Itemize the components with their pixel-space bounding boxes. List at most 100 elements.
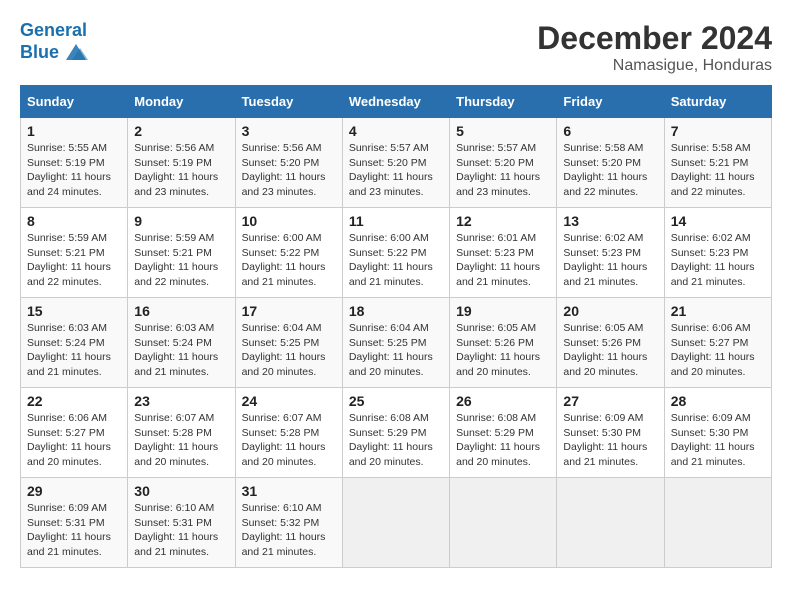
calendar-cell: 29 Sunrise: 6:09 AM Sunset: 5:31 PM Dayli…: [21, 478, 128, 568]
calendar-cell: 1 Sunrise: 5:55 AM Sunset: 5:19 PM Daylig…: [21, 118, 128, 208]
day-info: Sunrise: 6:00 AM Sunset: 5:22 PM Dayligh…: [242, 231, 336, 290]
logo: General Blue: [20, 20, 90, 64]
day-number: 3: [242, 123, 336, 139]
calendar-cell: 7 Sunrise: 5:58 AM Sunset: 5:21 PM Daylig…: [664, 118, 771, 208]
day-info: Sunrise: 6:09 AM Sunset: 5:30 PM Dayligh…: [671, 411, 765, 470]
day-number: 19: [456, 303, 550, 319]
day-number: 26: [456, 393, 550, 409]
calendar-cell: 10Sunrise: 6:00 AM Sunset: 5:22 PM Dayli…: [235, 208, 342, 298]
calendar-cell: 24 Sunrise: 6:07 AM Sunset: 5:28 PM Dayli…: [235, 388, 342, 478]
day-number: 14: [671, 213, 765, 229]
day-number: 25: [349, 393, 443, 409]
day-number: 21: [671, 303, 765, 319]
day-info: Sunrise: 6:07 AM Sunset: 5:28 PM Dayligh…: [242, 411, 336, 470]
day-info: Sunrise: 5:56 AM Sunset: 5:20 PM Dayligh…: [242, 141, 336, 200]
day-info: Sunrise: 6:09 AM Sunset: 5:31 PM Dayligh…: [27, 501, 121, 560]
day-number: 13: [563, 213, 657, 229]
day-info: Sunrise: 5:56 AM Sunset: 5:19 PM Dayligh…: [134, 141, 228, 200]
day-info: Sunrise: 6:00 AM Sunset: 5:22 PM Dayligh…: [349, 231, 443, 290]
day-number: 9: [134, 213, 228, 229]
day-number: 29: [27, 483, 121, 499]
calendar-cell: 2Sunrise: 5:56 AM Sunset: 5:19 PM Daylig…: [128, 118, 235, 208]
day-number: 6: [563, 123, 657, 139]
day-number: 4: [349, 123, 443, 139]
calendar-cell: 15 Sunrise: 6:03 AM Sunset: 5:24 PM Dayli…: [21, 298, 128, 388]
day-number: 12: [456, 213, 550, 229]
day-header-saturday: Saturday: [664, 86, 771, 118]
calendar-cell: 20 Sunrise: 6:05 AM Sunset: 5:26 PM Dayli…: [557, 298, 664, 388]
day-number: 24: [242, 393, 336, 409]
location-subtitle: Namasigue, Honduras: [537, 57, 772, 75]
calendar-cell: 12 Sunrise: 6:01 AM Sunset: 5:23 PM Dayli…: [450, 208, 557, 298]
day-info: Sunrise: 6:02 AM Sunset: 5:23 PM Dayligh…: [563, 231, 657, 290]
day-number: 8: [27, 213, 121, 229]
calendar-cell: 11Sunrise: 6:00 AM Sunset: 5:22 PM Dayli…: [342, 208, 449, 298]
day-info: Sunrise: 6:05 AM Sunset: 5:26 PM Dayligh…: [563, 321, 657, 380]
day-info: Sunrise: 5:59 AM Sunset: 5:21 PM Dayligh…: [134, 231, 228, 290]
calendar-week-5: 29 Sunrise: 6:09 AM Sunset: 5:31 PM Dayli…: [21, 478, 772, 568]
day-number: 30: [134, 483, 228, 499]
logo-text: General: [20, 20, 90, 42]
page-header: General Blue December 2024 Namasigue, Ho…: [20, 20, 772, 75]
day-number: 18: [349, 303, 443, 319]
day-info: Sunrise: 5:58 AM Sunset: 5:20 PM Dayligh…: [563, 141, 657, 200]
day-info: Sunrise: 6:04 AM Sunset: 5:25 PM Dayligh…: [349, 321, 443, 380]
calendar-cell: 22 Sunrise: 6:06 AM Sunset: 5:27 PM Dayli…: [21, 388, 128, 478]
day-info: Sunrise: 6:03 AM Sunset: 5:24 PM Dayligh…: [134, 321, 228, 380]
day-info: Sunrise: 5:57 AM Sunset: 5:20 PM Dayligh…: [349, 141, 443, 200]
day-info: Sunrise: 5:58 AM Sunset: 5:21 PM Dayligh…: [671, 141, 765, 200]
day-info: Sunrise: 6:01 AM Sunset: 5:23 PM Dayligh…: [456, 231, 550, 290]
calendar-cell: 27 Sunrise: 6:09 AM Sunset: 5:30 PM Dayli…: [557, 388, 664, 478]
calendar-body: 1 Sunrise: 5:55 AM Sunset: 5:19 PM Daylig…: [21, 118, 772, 568]
day-number: 22: [27, 393, 121, 409]
calendar-cell: [664, 478, 771, 568]
calendar-cell: 3 Sunrise: 5:56 AM Sunset: 5:20 PM Daylig…: [235, 118, 342, 208]
day-info: Sunrise: 6:10 AM Sunset: 5:32 PM Dayligh…: [242, 501, 336, 560]
calendar-cell: 16 Sunrise: 6:03 AM Sunset: 5:24 PM Dayli…: [128, 298, 235, 388]
day-info: Sunrise: 6:09 AM Sunset: 5:30 PM Dayligh…: [563, 411, 657, 470]
calendar-cell: 5Sunrise: 5:57 AM Sunset: 5:20 PM Daylig…: [450, 118, 557, 208]
calendar-cell: 14 Sunrise: 6:02 AM Sunset: 5:23 PM Dayli…: [664, 208, 771, 298]
calendar-cell: [342, 478, 449, 568]
day-number: 31: [242, 483, 336, 499]
calendar-cell: [450, 478, 557, 568]
day-header-friday: Friday: [557, 86, 664, 118]
title-block: December 2024 Namasigue, Honduras: [537, 20, 772, 75]
day-info: Sunrise: 6:10 AM Sunset: 5:31 PM Dayligh…: [134, 501, 228, 560]
calendar-week-1: 1 Sunrise: 5:55 AM Sunset: 5:19 PM Daylig…: [21, 118, 772, 208]
day-info: Sunrise: 6:06 AM Sunset: 5:27 PM Dayligh…: [27, 411, 121, 470]
calendar-cell: 6 Sunrise: 5:58 AM Sunset: 5:20 PM Daylig…: [557, 118, 664, 208]
day-number: 27: [563, 393, 657, 409]
calendar-cell: 28 Sunrise: 6:09 AM Sunset: 5:30 PM Dayli…: [664, 388, 771, 478]
day-number: 5: [456, 123, 550, 139]
day-number: 28: [671, 393, 765, 409]
day-number: 1: [27, 123, 121, 139]
day-header-tuesday: Tuesday: [235, 86, 342, 118]
logo-blue: Blue: [20, 42, 59, 64]
logo-icon: [62, 42, 90, 64]
day-info: Sunrise: 6:06 AM Sunset: 5:27 PM Dayligh…: [671, 321, 765, 380]
calendar-table: SundayMondayTuesdayWednesdayThursdayFrid…: [20, 85, 772, 568]
calendar-cell: 8Sunrise: 5:59 AM Sunset: 5:21 PM Daylig…: [21, 208, 128, 298]
day-header-monday: Monday: [128, 86, 235, 118]
calendar-week-2: 8 Sunrise: 5:59 AM Sunset: 5:21 PM Daylig…: [21, 208, 772, 298]
day-number: 16: [134, 303, 228, 319]
day-number: 17: [242, 303, 336, 319]
day-info: Sunrise: 6:07 AM Sunset: 5:28 PM Dayligh…: [134, 411, 228, 470]
day-info: Sunrise: 6:02 AM Sunset: 5:23 PM Dayligh…: [671, 231, 765, 290]
day-info: Sunrise: 6:08 AM Sunset: 5:29 PM Dayligh…: [349, 411, 443, 470]
day-info: Sunrise: 5:55 AM Sunset: 5:19 PM Dayligh…: [27, 141, 121, 200]
calendar-cell: 23 Sunrise: 6:07 AM Sunset: 5:28 PM Dayli…: [128, 388, 235, 478]
day-number: 20: [563, 303, 657, 319]
day-info: Sunrise: 6:03 AM Sunset: 5:24 PM Dayligh…: [27, 321, 121, 380]
day-number: 23: [134, 393, 228, 409]
day-info: Sunrise: 6:04 AM Sunset: 5:25 PM Dayligh…: [242, 321, 336, 380]
day-header-wednesday: Wednesday: [342, 86, 449, 118]
calendar-cell: 31 Sunrise: 6:10 AM Sunset: 5:32 PM Dayli…: [235, 478, 342, 568]
calendar-cell: 25 Sunrise: 6:08 AM Sunset: 5:29 PM Dayli…: [342, 388, 449, 478]
day-number: 15: [27, 303, 121, 319]
calendar-cell: 19Sunrise: 6:05 AM Sunset: 5:26 PM Dayli…: [450, 298, 557, 388]
calendar-cell: 21 Sunrise: 6:06 AM Sunset: 5:27 PM Dayli…: [664, 298, 771, 388]
day-number: 7: [671, 123, 765, 139]
calendar-week-4: 22 Sunrise: 6:06 AM Sunset: 5:27 PM Dayli…: [21, 388, 772, 478]
